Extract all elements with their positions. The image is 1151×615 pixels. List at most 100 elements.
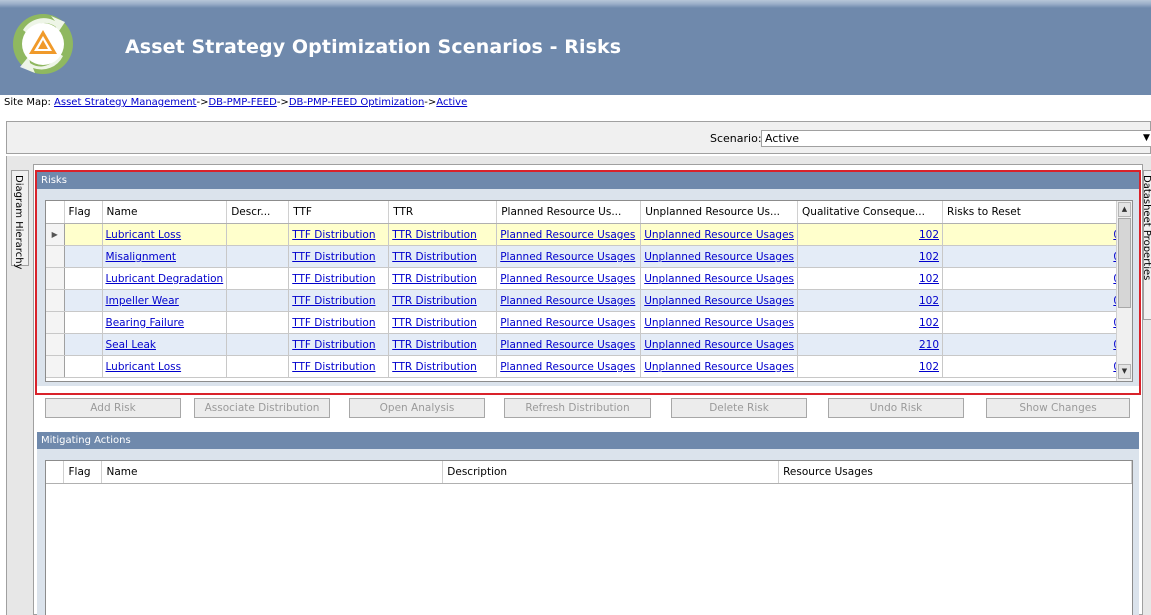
description-cell[interactable] — [226, 355, 290, 378]
qualitative-cell[interactable]: 102 — [797, 311, 944, 334]
show-changes-button[interactable]: Show Changes — [986, 398, 1130, 418]
planned-resource-link[interactable]: Planned Resource Usages — [500, 339, 635, 351]
column-header-flag[interactable]: Flag — [64, 201, 103, 224]
ttf-link[interactable]: TTF Distribution — [292, 361, 375, 373]
column-header-qualitative-consequence[interactable]: Qualitative Conseque... — [797, 201, 944, 224]
unplanned-cell[interactable]: Unplanned Resource Usages — [640, 355, 799, 378]
unplanned-resource-link[interactable]: Unplanned Resource Usages — [644, 273, 794, 285]
refresh-distribution-button[interactable]: Refresh Distribution — [504, 398, 651, 418]
scroll-down-arrow-icon[interactable]: ▼ — [1118, 364, 1131, 379]
planned-cell[interactable]: Planned Resource Usages — [496, 333, 642, 356]
planned-resource-link[interactable]: Planned Resource Usages — [500, 295, 635, 307]
unplanned-cell[interactable]: Unplanned Resource Usages — [640, 333, 799, 356]
table-row[interactable]: Lubricant Degradation TTF Distribution T… — [46, 267, 1125, 290]
qualitative-cell[interactable]: 102 — [797, 223, 944, 246]
unplanned-cell[interactable]: Unplanned Resource Usages — [640, 245, 799, 268]
table-row[interactable]: Impeller Wear TTF Distribution TTR Distr… — [46, 289, 1125, 312]
column-header-flag[interactable]: Flag — [63, 461, 103, 484]
ttr-cell[interactable]: TTR Distribution — [388, 289, 498, 312]
ttf-link[interactable]: TTF Distribution — [292, 229, 375, 241]
unplanned-resource-link[interactable]: Unplanned Resource Usages — [644, 317, 794, 329]
tab-diagram-hierarchy[interactable]: Diagram Hierarchy — [11, 170, 29, 269]
flag-cell[interactable] — [64, 223, 103, 246]
planned-resource-link[interactable]: Planned Resource Usages — [500, 273, 635, 285]
breadcrumb-link-optimization[interactable]: DB-PMP-FEED Optimization — [289, 97, 424, 108]
flag-cell[interactable] — [64, 289, 103, 312]
ttf-cell[interactable]: TTF Distribution — [288, 245, 390, 268]
ttf-cell[interactable]: TTF Distribution — [288, 333, 390, 356]
delete-risk-button[interactable]: Delete Risk — [671, 398, 807, 418]
ttr-link[interactable]: TTR Distribution — [392, 361, 477, 373]
flag-cell[interactable] — [64, 333, 103, 356]
risks-to-reset-cell[interactable]: 0 — [942, 311, 1125, 334]
planned-resource-link[interactable]: Planned Resource Usages — [500, 317, 635, 329]
qualitative-consequence-link[interactable]: 102 — [919, 317, 939, 329]
description-cell[interactable] — [226, 289, 290, 312]
qualitative-consequence-link[interactable]: 102 — [919, 251, 939, 263]
column-header-risks-to-reset[interactable]: Risks to Reset — [942, 201, 1125, 224]
planned-resource-link[interactable]: Planned Resource Usages — [500, 251, 635, 263]
risk-name-link[interactable]: Misalignment — [106, 251, 177, 263]
column-header-planned-resource-usages[interactable]: Planned Resource Us... — [496, 201, 642, 224]
risks-grid-scrollbar[interactable]: ▲ ▼ — [1116, 201, 1132, 381]
row-selector[interactable] — [46, 289, 65, 312]
qualitative-cell[interactable]: 102 — [797, 355, 944, 378]
ttf-cell[interactable]: TTF Distribution — [288, 223, 390, 246]
description-cell[interactable] — [226, 245, 290, 268]
description-cell[interactable] — [226, 267, 290, 290]
risks-to-reset-cell[interactable]: 0 — [942, 355, 1125, 378]
associate-distribution-button[interactable]: Associate Distribution — [194, 398, 330, 418]
ttf-link[interactable]: TTF Distribution — [292, 251, 375, 263]
qualitative-cell[interactable]: 210 — [797, 333, 944, 356]
unplanned-cell[interactable]: Unplanned Resource Usages — [640, 311, 799, 334]
ttr-link[interactable]: TTR Distribution — [392, 295, 477, 307]
qualitative-consequence-link[interactable]: 102 — [919, 273, 939, 285]
row-selector[interactable] — [46, 355, 65, 378]
undo-risk-button[interactable]: Undo Risk — [828, 398, 964, 418]
risk-name-link[interactable]: Lubricant Degradation — [106, 273, 224, 285]
risk-name-cell[interactable]: Seal Leak — [102, 333, 228, 356]
risk-name-link[interactable]: Lubricant Loss — [106, 361, 182, 373]
ttf-cell[interactable]: TTF Distribution — [288, 355, 390, 378]
row-selector[interactable] — [46, 267, 65, 290]
ttr-link[interactable]: TTR Distribution — [392, 339, 477, 351]
table-row[interactable]: ▶ Lubricant Loss TTF Distribution TTR Di… — [46, 223, 1125, 246]
table-row[interactable]: Misalignment TTF Distribution TTR Distri… — [46, 245, 1125, 268]
planned-resource-link[interactable]: Planned Resource Usages — [500, 229, 635, 241]
row-selector[interactable] — [46, 333, 65, 356]
ttf-link[interactable]: TTF Distribution — [292, 317, 375, 329]
breadcrumb-link-db-pmp-feed[interactable]: DB-PMP-FEED — [208, 97, 276, 108]
add-risk-button[interactable]: Add Risk — [45, 398, 181, 418]
qualitative-consequence-link[interactable]: 102 — [919, 229, 939, 241]
ttr-cell[interactable]: TTR Distribution — [388, 355, 498, 378]
unplanned-resource-link[interactable]: Unplanned Resource Usages — [644, 295, 794, 307]
description-cell[interactable] — [226, 223, 290, 246]
ttr-cell[interactable]: TTR Distribution — [388, 267, 498, 290]
ttf-link[interactable]: TTF Distribution — [292, 339, 375, 351]
risk-name-link[interactable]: Seal Leak — [106, 339, 156, 351]
ttr-cell[interactable]: TTR Distribution — [388, 223, 498, 246]
column-header-description[interactable]: Description — [442, 461, 780, 484]
open-analysis-button[interactable]: Open Analysis — [349, 398, 485, 418]
planned-resource-link[interactable]: Planned Resource Usages — [500, 361, 635, 373]
unplanned-resource-link[interactable]: Unplanned Resource Usages — [644, 251, 794, 263]
planned-cell[interactable]: Planned Resource Usages — [496, 223, 642, 246]
ttr-link[interactable]: TTR Distribution — [392, 229, 477, 241]
risk-name-cell[interactable]: Bearing Failure — [102, 311, 228, 334]
flag-cell[interactable] — [64, 355, 103, 378]
tab-datasheet-properties[interactable]: Datasheet Properties — [1143, 170, 1151, 320]
risk-name-link[interactable]: Impeller Wear — [106, 295, 179, 307]
ttr-link[interactable]: TTR Distribution — [392, 251, 477, 263]
column-header-unplanned-resource-usages[interactable]: Unplanned Resource Us... — [640, 201, 799, 224]
description-cell[interactable] — [226, 311, 290, 334]
column-header-ttf[interactable]: TTF — [288, 201, 390, 224]
ttr-cell[interactable]: TTR Distribution — [388, 311, 498, 334]
ttr-link[interactable]: TTR Distribution — [392, 273, 477, 285]
table-row[interactable]: Lubricant Loss TTF Distribution TTR Dist… — [46, 355, 1125, 378]
column-header-name[interactable]: Name — [102, 201, 228, 224]
qualitative-consequence-link[interactable]: 210 — [919, 339, 939, 351]
unplanned-resource-link[interactable]: Unplanned Resource Usages — [644, 229, 794, 241]
scroll-up-arrow-icon[interactable]: ▲ — [1118, 202, 1131, 217]
unplanned-cell[interactable]: Unplanned Resource Usages — [640, 267, 799, 290]
flag-cell[interactable] — [64, 311, 103, 334]
